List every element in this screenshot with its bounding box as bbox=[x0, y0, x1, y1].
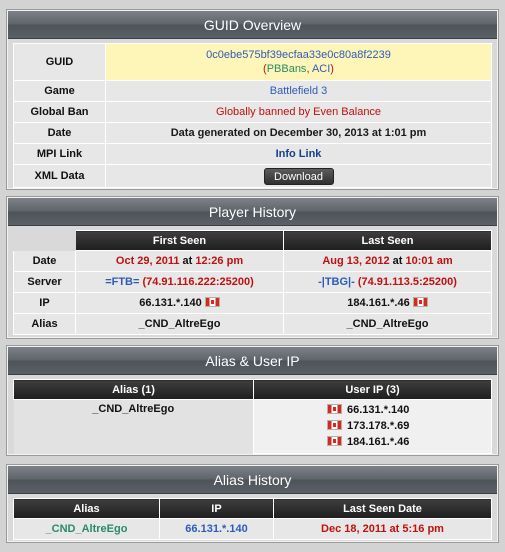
at-text: at bbox=[179, 255, 196, 267]
user-ip-count-header: User IP (3) bbox=[253, 379, 492, 400]
guid-overview-panel: GUID Overview GUID 0c0ebe575bf39ecfaa33e… bbox=[6, 9, 499, 190]
first-server: =FTB= (74.91.116.222:25200) bbox=[75, 271, 284, 293]
first-server-link[interactable]: =FTB= bbox=[105, 276, 139, 288]
last-time: 10:01 am bbox=[405, 255, 453, 267]
player-history-panel: Player History First Seen Last Seen Date… bbox=[6, 196, 499, 339]
ph-server-label: Server bbox=[13, 271, 76, 293]
game-label: Game bbox=[13, 80, 106, 102]
alias-user-ip-title: Alias & User IP bbox=[8, 347, 497, 375]
first-seen-header: First Seen bbox=[75, 230, 284, 251]
player-history-title: Player History bbox=[8, 198, 497, 226]
aci-link[interactable]: ACI bbox=[312, 63, 330, 75]
first-ip-cell: 66.131.*.140 bbox=[75, 292, 284, 314]
user-ip: 66.131.*.140 bbox=[347, 404, 410, 416]
at-text: at bbox=[389, 255, 406, 267]
canada-flag-icon bbox=[204, 297, 220, 307]
canada-flag-icon bbox=[327, 436, 342, 446]
alias-cell: _CND_AltreEgo bbox=[13, 399, 254, 454]
last-seen-header: Last Seen bbox=[283, 230, 492, 251]
user-ip-list: 66.131.*.140 173.178.*.69 184.161.*.46 bbox=[253, 399, 492, 454]
alias-history-panel: Alias History Alias IP Last Seen Date _C… bbox=[6, 464, 499, 543]
first-time: 12:26 pm bbox=[195, 255, 244, 267]
first-server-addr: (74.91.116.222:25200) bbox=[139, 276, 254, 288]
last-seen-date-header: Last Seen Date bbox=[273, 498, 492, 519]
date-value: Data generated on December 30, 2013 at 1… bbox=[105, 122, 492, 144]
ph-ip-label: IP bbox=[13, 292, 76, 314]
last-date: Aug 13, 2012 bbox=[322, 255, 390, 267]
alias-history-table: Alias IP Last Seen Date _CND_AltreEgo 66… bbox=[13, 498, 492, 540]
history-date: Dec 18, 2011 at 5:16 pm bbox=[273, 518, 492, 540]
alias-header: Alias bbox=[13, 498, 160, 519]
user-ip: 173.178.*.69 bbox=[347, 420, 410, 432]
user-ip-item: 66.131.*.140 bbox=[327, 402, 488, 418]
canada-flag-icon bbox=[327, 404, 342, 414]
pbbans-link[interactable]: PBBans bbox=[267, 63, 307, 75]
ip-header: IP bbox=[159, 498, 274, 519]
xml-data-cell: Download bbox=[105, 164, 492, 188]
alias-history-title: Alias History bbox=[8, 466, 497, 494]
last-ip: 184.161.*.46 bbox=[347, 297, 410, 309]
guid-value-cell: 0c0ebe575bf39ecfaa33e0c80a8f2239 (PBBans… bbox=[105, 43, 492, 81]
global-ban-value: Globally banned by Even Balance bbox=[105, 101, 492, 123]
mpi-link-label: MPI Link bbox=[13, 143, 106, 165]
alias-user-ip-table: Alias (1) User IP (3) _CND_AltreEgo 66.1… bbox=[13, 379, 492, 454]
canada-flag-icon bbox=[327, 420, 342, 430]
info-link[interactable]: Info Link bbox=[105, 143, 492, 165]
last-server: -|TBG|- (74.91.113.5:25200) bbox=[283, 271, 492, 293]
history-ip[interactable]: 66.131.*.140 bbox=[159, 518, 274, 540]
date-label: Date bbox=[13, 122, 106, 144]
xml-data-label: XML Data bbox=[13, 164, 106, 188]
guid-paren-close: ) bbox=[330, 63, 334, 75]
history-alias[interactable]: _CND_AltreEgo bbox=[13, 518, 160, 540]
last-seen-date: Aug 13, 2012 at 10:01 am bbox=[283, 250, 492, 272]
last-server-link[interactable]: -|TBG|- bbox=[318, 276, 355, 288]
first-ip: 66.131.*.140 bbox=[139, 297, 202, 309]
first-alias: _CND_AltreEgo bbox=[75, 313, 284, 335]
user-ip-item: 173.178.*.69 bbox=[327, 418, 488, 434]
game-value[interactable]: Battlefield 3 bbox=[105, 80, 492, 102]
first-date: Oct 29, 2011 bbox=[115, 255, 180, 267]
table-row: _CND_AltreEgo 66.131.*.140 Dec 18, 2011 … bbox=[13, 518, 492, 540]
corner-blank bbox=[13, 230, 76, 251]
last-server-addr: (74.91.113.5:25200) bbox=[354, 276, 457, 288]
ph-alias-label: Alias bbox=[13, 313, 76, 335]
download-button[interactable]: Download bbox=[263, 167, 334, 185]
last-ip-cell: 184.161.*.46 bbox=[283, 292, 492, 314]
alias-user-ip-panel: Alias & User IP Alias (1) User IP (3) _C… bbox=[6, 345, 499, 456]
ph-date-label: Date bbox=[13, 250, 76, 272]
guid-label: GUID bbox=[13, 43, 106, 81]
guid-overview-table: GUID 0c0ebe575bf39ecfaa33e0c80a8f2239 (P… bbox=[13, 43, 492, 188]
player-history-table: First Seen Last Seen Date Oct 29, 2011 a… bbox=[13, 230, 492, 335]
canada-flag-icon bbox=[412, 297, 428, 307]
alias-count-header: Alias (1) bbox=[13, 379, 254, 400]
guid-overview-title: GUID Overview bbox=[8, 11, 497, 39]
history-time-value: 5:16 pm bbox=[402, 523, 444, 535]
user-ip: 184.161.*.46 bbox=[347, 436, 410, 448]
history-date-value: Dec 18, 2011 bbox=[321, 523, 387, 535]
guid-value[interactable]: 0c0ebe575bf39ecfaa33e0c80a8f2239 bbox=[109, 48, 488, 62]
global-ban-label: Global Ban bbox=[13, 101, 106, 123]
first-seen-date: Oct 29, 2011 at 12:26 pm bbox=[75, 250, 284, 272]
user-ip-item: 184.161.*.46 bbox=[327, 434, 488, 450]
at-text: at bbox=[386, 523, 403, 535]
last-alias: _CND_AltreEgo bbox=[283, 313, 492, 335]
